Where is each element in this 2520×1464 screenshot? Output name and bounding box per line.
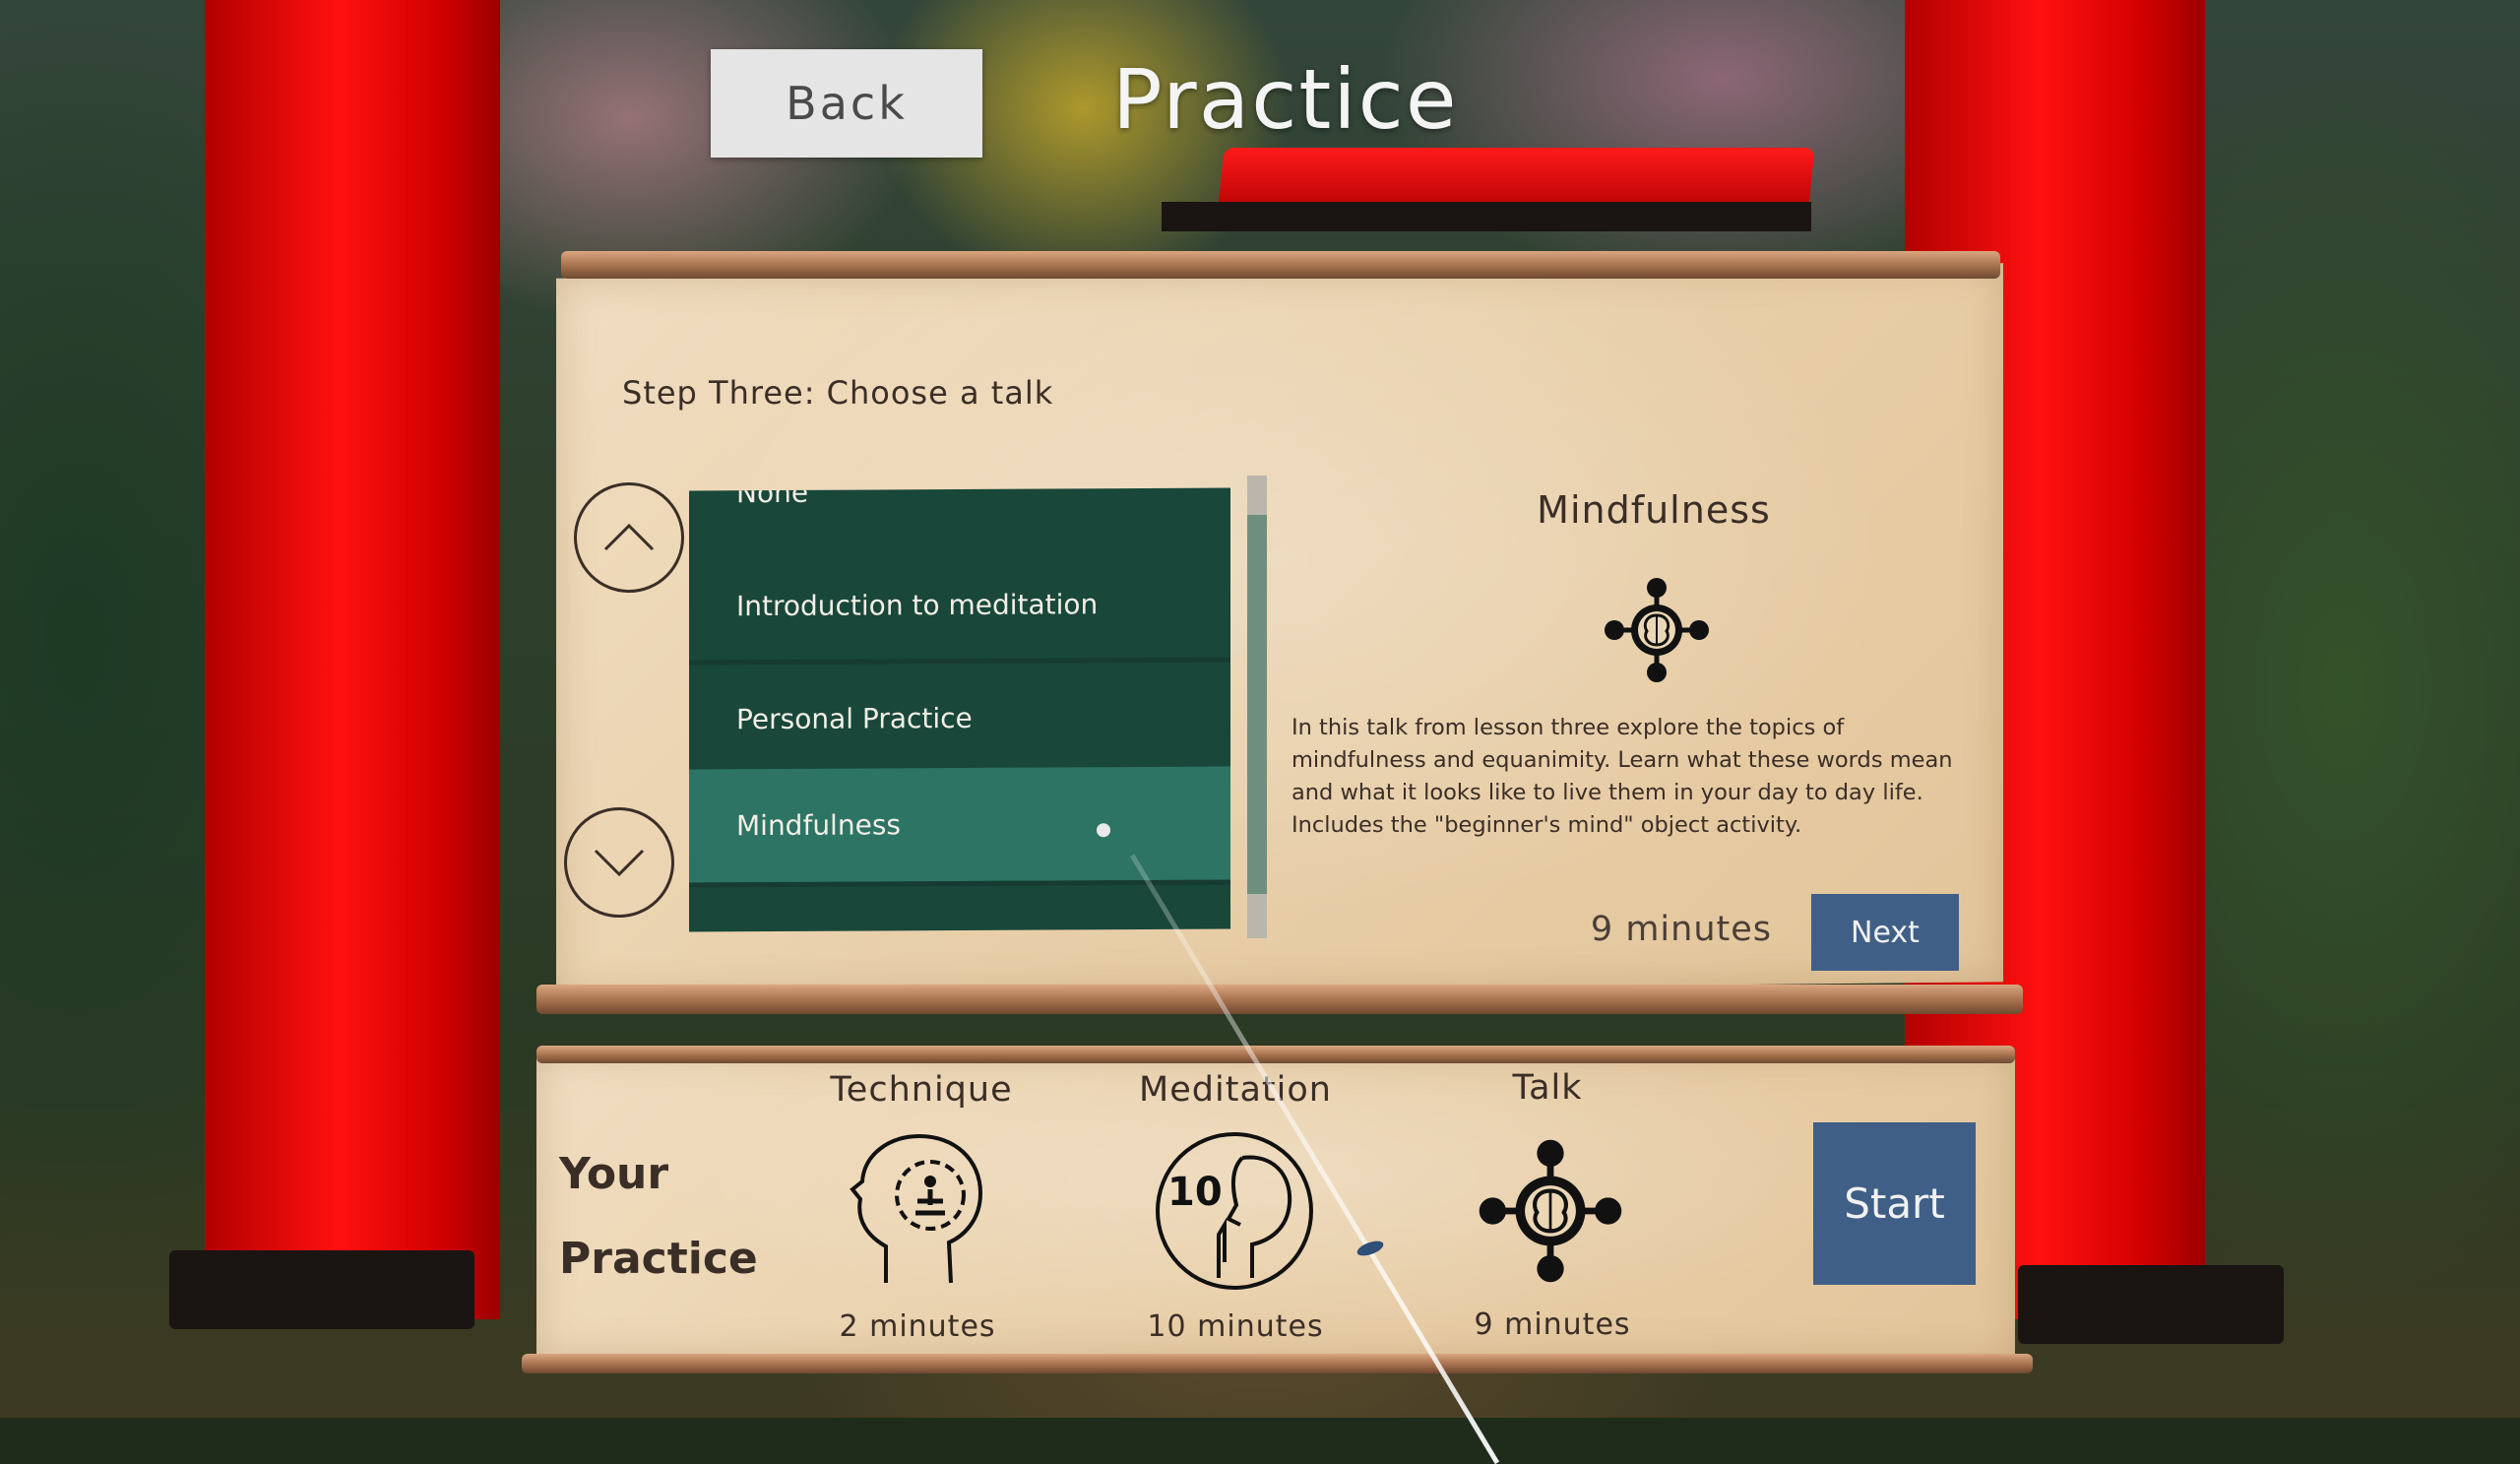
meditation-duration: 10 minutes <box>1147 1309 1324 1344</box>
technique-duration: 2 minutes <box>839 1309 996 1344</box>
your-practice-heading: Your Practice <box>559 1132 758 1302</box>
scroll-down-button[interactable] <box>564 807 674 918</box>
pillar-base-right <box>2018 1265 2284 1344</box>
torii-beam-shadow <box>1162 202 1811 231</box>
torii-pillar-left <box>205 0 500 1319</box>
back-button[interactable]: Back <box>711 49 982 158</box>
list-divider <box>689 657 1230 666</box>
your-practice-line2: Practice <box>559 1234 758 1284</box>
list-item-selected[interactable]: Mindfulness <box>689 766 1230 883</box>
list-item[interactable]: None <box>689 488 1230 513</box>
talk-list: None Introduction to meditation Personal… <box>689 487 1230 932</box>
mindfulness-icon <box>1605 578 1709 682</box>
technique-label: Technique <box>830 1070 1013 1110</box>
start-button[interactable]: Start <box>1813 1122 1976 1285</box>
pillar-base-left <box>169 1250 474 1329</box>
talk-duration-summary: 9 minutes <box>1474 1307 1631 1342</box>
meditation-label: Meditation <box>1139 1070 1332 1110</box>
step-title: Step Three: Choose a talk <box>622 374 1054 412</box>
chevron-up-icon <box>603 523 655 551</box>
scrollbar-thumb[interactable] <box>1247 515 1267 894</box>
scroll-rod-top <box>536 1046 2015 1063</box>
technique-head-icon <box>850 1133 983 1284</box>
your-practice-line1: Your <box>559 1149 669 1199</box>
scroll-rod-bottom <box>536 985 2023 1014</box>
scroll-up-button[interactable] <box>574 482 684 593</box>
list-item[interactable]: Personal Practice <box>689 666 1230 772</box>
chevron-down-icon <box>594 849 645 877</box>
pointer-dot <box>1097 823 1110 838</box>
scroll-rod-bottom <box>522 1354 2033 1373</box>
page-title: Practice <box>1112 51 1459 148</box>
talk-label: Talk <box>1512 1068 1583 1108</box>
next-button[interactable]: Next <box>1811 894 1959 971</box>
scroll-rod-top <box>561 251 2000 279</box>
list-item[interactable]: Introduction to meditation <box>689 552 1230 659</box>
meditation-10-icon: 10 <box>1156 1132 1313 1290</box>
talk-description: In this talk from lesson three explore t… <box>1292 715 1953 838</box>
talk-duration: 9 minutes <box>1590 910 1772 949</box>
talk-title: Mindfulness <box>1537 488 1771 532</box>
mindfulness-icon <box>1479 1139 1622 1283</box>
svg-text:10: 10 <box>1167 1170 1223 1215</box>
